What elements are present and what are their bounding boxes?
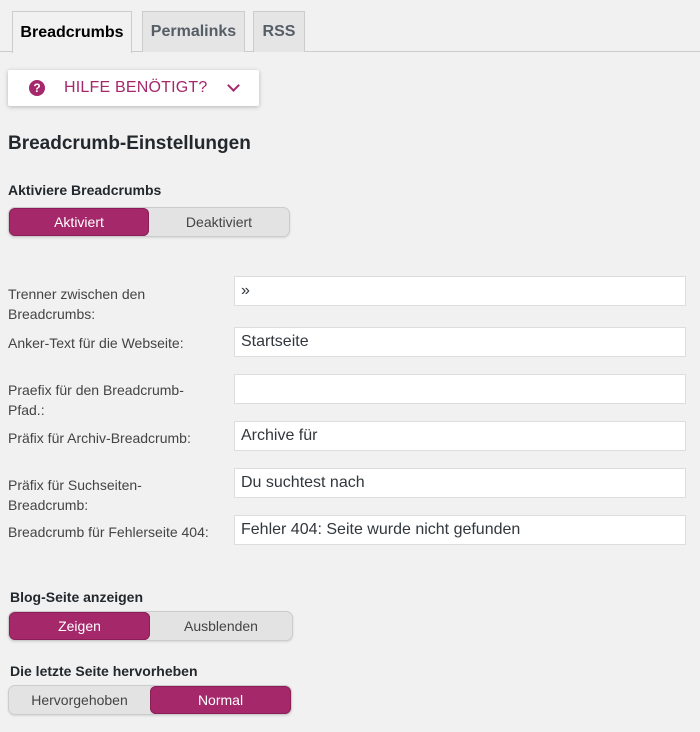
enable-option-activated[interactable]: Aktiviert — [9, 208, 149, 236]
chevron-down-icon — [227, 79, 241, 92]
archive-prefix-input[interactable] — [234, 421, 686, 451]
archive-prefix-label: Präfix für Archiv-Breadcrumb: — [8, 430, 191, 446]
path-prefix-label: Praefix für den Breadcrumb-Pfad.: — [8, 382, 184, 418]
error-404-label: Breadcrumb für Fehlerseite 404: — [8, 524, 209, 540]
tab-permalinks[interactable]: Permalinks — [142, 11, 245, 52]
last-page-option-highlighted[interactable]: Hervorgehoben — [9, 686, 150, 714]
blog-option-show[interactable]: Zeigen — [9, 612, 150, 640]
enable-breadcrumbs-toggle: Aktiviert Deaktiviert — [8, 207, 290, 237]
search-prefix-label: Präfix für Suchseiten-Breadcrumb: — [8, 477, 142, 513]
enable-breadcrumbs-label: Aktiviere Breadcrumbs — [8, 182, 162, 198]
section-title: Breadcrumb-Einstellungen — [8, 133, 251, 154]
blog-page-toggle: Zeigen Ausblenden — [8, 611, 293, 641]
tab-rss[interactable]: RSS — [253, 11, 305, 52]
help-label: HILFE BENÖTIGT? — [64, 79, 208, 96]
question-circle-icon: ? — [29, 80, 45, 96]
enable-option-deactivated[interactable]: Deaktiviert — [149, 208, 289, 236]
help-button[interactable]: ? HILFE BENÖTIGT? — [8, 70, 259, 106]
anchor-text-input[interactable] — [234, 327, 686, 357]
settings-tabs: Breadcrumbs Permalinks RSS — [0, 0, 700, 53]
path-prefix-input[interactable] — [234, 374, 686, 404]
last-page-toggle: Hervorgehoben Normal — [8, 685, 292, 715]
blog-page-label: Blog-Seite anzeigen — [10, 589, 144, 605]
blog-option-hide[interactable]: Ausblenden — [150, 612, 292, 640]
last-page-label: Die letzte Seite hervorheben — [10, 663, 198, 679]
anchor-text-label: Anker-Text für die Webseite: — [8, 335, 184, 351]
separator-input[interactable] — [234, 276, 686, 306]
last-page-option-normal[interactable]: Normal — [150, 686, 291, 714]
tab-breadcrumbs[interactable]: Breadcrumbs — [12, 11, 132, 53]
error-404-input[interactable] — [234, 515, 686, 545]
search-prefix-input[interactable] — [234, 468, 686, 498]
separator-label: Trenner zwischen den Breadcrumbs: — [8, 286, 146, 322]
